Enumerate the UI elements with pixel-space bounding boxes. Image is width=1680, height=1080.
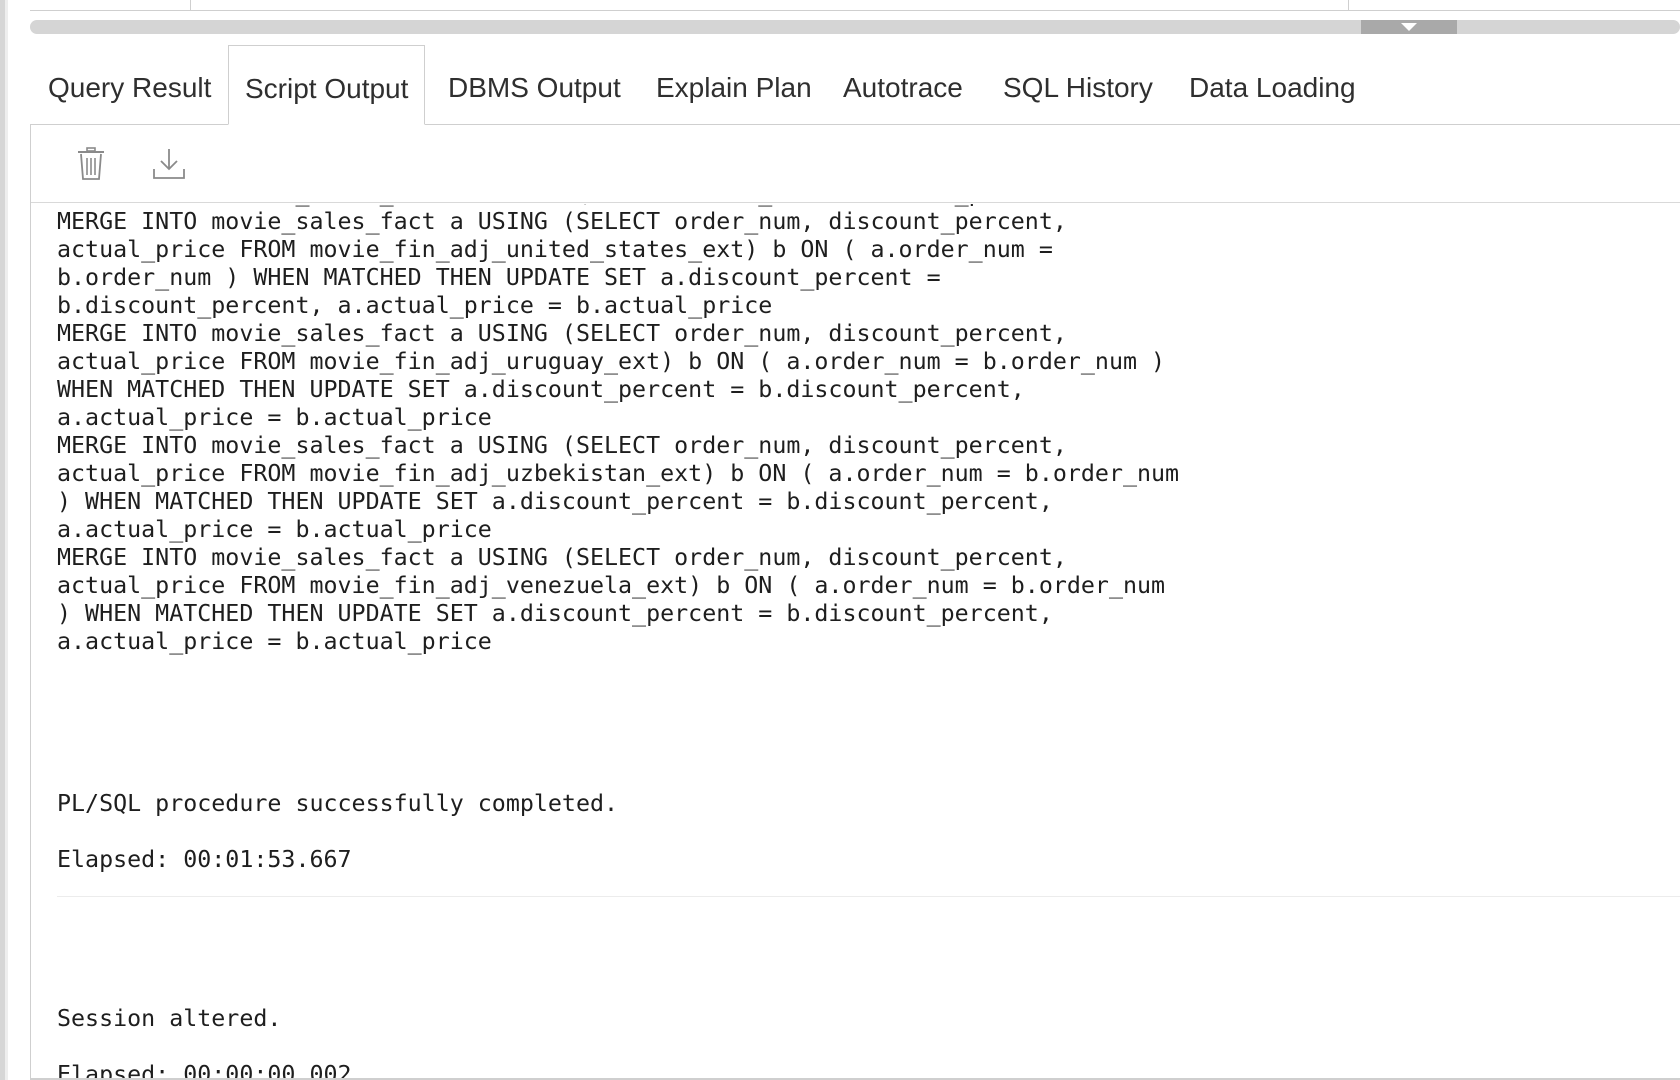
editor-grid-remnant xyxy=(30,0,1680,11)
horizontal-scrollbar[interactable] xyxy=(30,20,1680,34)
output-tabs: Query Result Script Output DBMS Output E… xyxy=(30,45,1680,125)
script-output-content[interactable]: MERGE INTO movie_sales_fact a USING (SEL… xyxy=(57,204,1680,1080)
tab-autotrace[interactable]: Autotrace xyxy=(843,45,963,124)
result-separator xyxy=(57,896,1680,897)
scrollbar-thumb[interactable] xyxy=(1361,20,1457,34)
chevron-down-icon xyxy=(1401,23,1417,31)
result-message: Session altered. xyxy=(57,1005,282,1032)
left-gutter-edge xyxy=(5,0,8,1080)
tab-explain-plan[interactable]: Explain Plan xyxy=(656,45,812,124)
tab-script-output[interactable]: Script Output xyxy=(228,45,426,125)
tab-query-result[interactable]: Query Result xyxy=(48,45,211,124)
clear-output-button[interactable] xyxy=(69,142,113,186)
download-output-button[interactable] xyxy=(147,142,191,186)
tab-data-loading[interactable]: Data Loading xyxy=(1189,45,1356,124)
result-message: PL/SQL procedure successfully completed. xyxy=(57,790,619,817)
trash-icon xyxy=(78,147,104,180)
merge-statements-text: MERGE INTO movie_sales_fact a USING (SEL… xyxy=(57,204,1180,655)
elapsed-time: Elapsed: 00:01:53.667 xyxy=(57,846,352,873)
output-toolbar xyxy=(31,124,1680,203)
script-output-panel: MERGE INTO movie_sales_fact a USING (SEL… xyxy=(30,124,1680,1080)
grid-divider xyxy=(190,0,191,10)
tab-dbms-output[interactable]: DBMS Output xyxy=(448,45,621,124)
download-icon xyxy=(153,149,185,179)
tab-sql-history[interactable]: SQL History xyxy=(1003,45,1153,124)
grid-divider xyxy=(1348,0,1349,10)
